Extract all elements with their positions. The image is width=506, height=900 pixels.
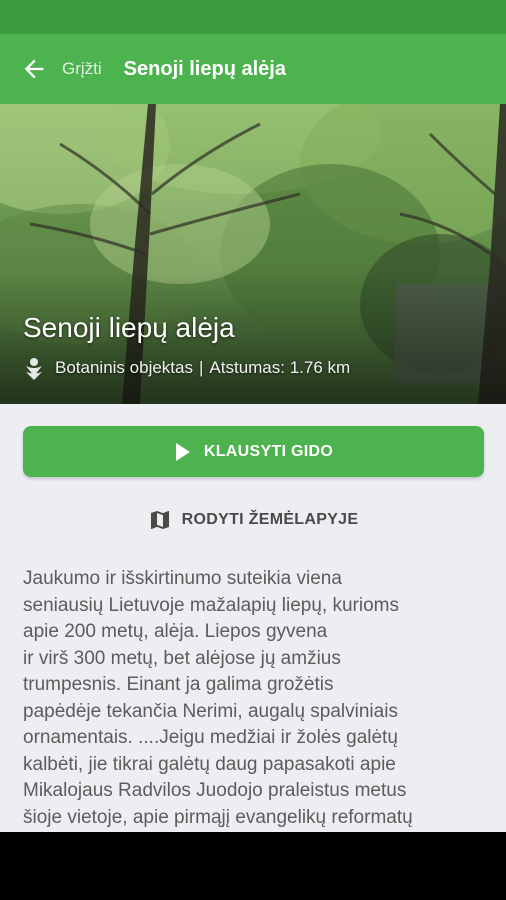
flower-icon [26, 358, 42, 380]
show-on-map-label: RODYTI ŽEMĖLAPYJE [181, 511, 359, 528]
show-on-map-button[interactable]: RODYTI ŽEMĖLAPYJE [0, 504, 506, 536]
place-meta: Botaninis objektas | Atstumas: 1.76 km [23, 356, 350, 380]
content-area: KLAUSYTI GIDO RODYTI ŽEMĖLAPYJE Jaukumo … [0, 404, 506, 832]
arrow-left-icon [24, 59, 44, 79]
listen-guide-button[interactable]: KLAUSYTI GIDO [23, 426, 484, 477]
app-toolbar: Grįžti Senoji liepų alėja [0, 34, 506, 104]
status-bar [0, 0, 506, 34]
page-title: Senoji liepų alėja [123, 57, 286, 80]
description-text: Jaukumo ir išskirtinumo suteikia viena s… [23, 568, 413, 828]
play-icon [175, 442, 190, 461]
distance-label: Atstumas: 1.76 km [209, 358, 351, 377]
back-button[interactable]: Grįžti [20, 55, 102, 83]
listen-guide-label: KLAUSYTI GIDO [203, 442, 334, 460]
hero-image: Senoji liepų alėja Botaninis objektas | … [0, 104, 506, 404]
place-title: Senoji liepų alėja [23, 312, 235, 343]
back-label: Grįžti [62, 59, 102, 78]
meta-separator: | [198, 358, 204, 377]
map-icon [150, 511, 169, 529]
category-label: Botaninis objektas [55, 358, 193, 377]
